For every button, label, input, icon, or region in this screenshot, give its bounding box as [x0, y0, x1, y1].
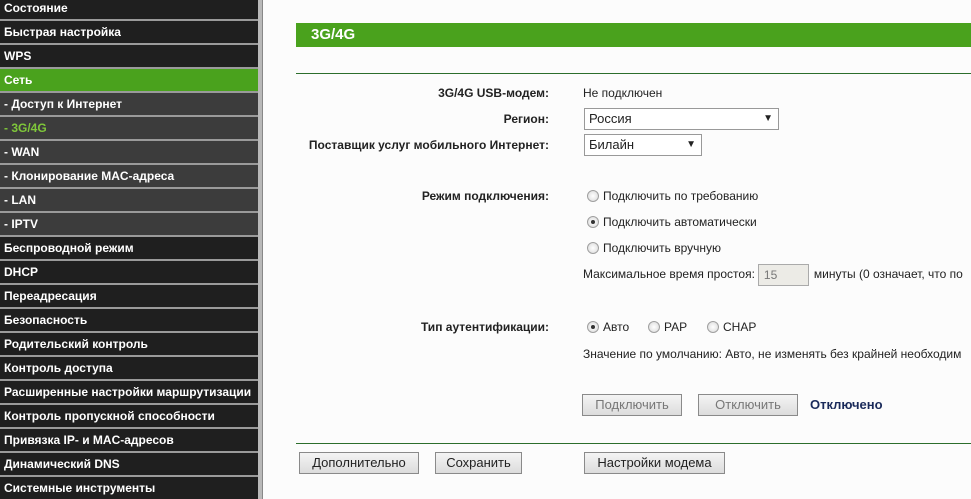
divider	[296, 73, 971, 74]
disconnect-button[interactable]: Отключить	[698, 394, 798, 416]
mode-auto[interactable]: Подключить автоматически	[587, 215, 757, 229]
sidebar-item-network[interactable]: Сеть	[0, 69, 258, 91]
sidebar-item-security[interactable]: Безопасность	[0, 309, 258, 331]
modem-status: Не подключен	[583, 86, 663, 100]
connect-button[interactable]: Подключить	[582, 394, 682, 416]
divider	[296, 443, 971, 444]
radio-selected-icon[interactable]	[587, 321, 599, 333]
auth-chap-label: CHAP	[723, 320, 757, 334]
mode-on-demand-label: Подключить по требованию	[603, 189, 759, 203]
auth-note: Значение по умолчанию: Авто, не изменять…	[583, 347, 962, 361]
auth-pap[interactable]: PAP	[648, 320, 687, 334]
sidebar-item-system-tools[interactable]: Системные инструменты	[0, 477, 258, 499]
sidebar-item-wireless[interactable]: Беспроводной режим	[0, 237, 258, 259]
radio-icon[interactable]	[648, 321, 660, 333]
sidebar-item-parental-control[interactable]: Родительский контроль	[0, 333, 258, 355]
region-label: Регион:	[503, 112, 549, 126]
sidebar-item-bandwidth-control[interactable]: Контроль пропускной способности	[0, 405, 258, 427]
sidebar-item-internet-access[interactable]: - Доступ к Интернет	[0, 93, 258, 115]
auth-chap[interactable]: CHAP	[707, 320, 756, 334]
sidebar-item-status[interactable]: Состояние	[0, 0, 258, 19]
sidebar-item-wps[interactable]: WPS	[0, 45, 258, 67]
region-select[interactable]: Россия ▼	[584, 108, 779, 130]
mode-label: Режим подключения:	[421, 189, 549, 203]
auth-auto-label: Авто	[603, 320, 630, 334]
idle-time-input[interactable]: 15	[757, 264, 809, 286]
auth-label: Тип аутентификации:	[420, 320, 549, 334]
page-title: 3G/4G	[296, 23, 971, 47]
sidebar-item-dhcp[interactable]: DHCP	[0, 261, 258, 283]
sidebar-item-ip-mac-binding[interactable]: Привязка IP- и MAC-адресов	[0, 429, 258, 451]
sidebar-item-iptv[interactable]: - IPTV	[0, 213, 258, 235]
radio-icon[interactable]	[707, 321, 719, 333]
connection-status: Отключено	[810, 397, 883, 412]
idle-time-suffix: минуты (0 означает, что по	[813, 267, 963, 282]
auth-auto[interactable]: Авто	[587, 320, 629, 334]
idle-time-label: Максимальное время простоя:	[583, 267, 755, 282]
mode-manual-label: Подключить вручную	[603, 241, 721, 255]
sidebar-item-3g4g[interactable]: - 3G/4G	[0, 117, 258, 139]
sidebar-item-ddns[interactable]: Динамический DNS	[0, 453, 258, 475]
sidebar-scrollbar[interactable]	[258, 0, 263, 499]
mode-auto-label: Подключить автоматически	[603, 215, 757, 229]
mode-on-demand[interactable]: Подключить по требованию	[587, 189, 758, 203]
provider-value: Билайн	[589, 137, 635, 152]
sidebar-item-quick-setup[interactable]: Быстрая настройка	[0, 21, 258, 43]
modem-settings-button[interactable]: Настройки модема	[584, 452, 725, 474]
dropdown-arrow-icon: ▼	[763, 113, 773, 124]
mode-manual[interactable]: Подключить вручную	[587, 241, 721, 255]
idle-time-row: Максимальное время простоя: 15 минуты (0 о…	[583, 264, 963, 286]
sidebar-item-advanced-routing[interactable]: Расширенные настройки маршрутизации	[0, 381, 258, 403]
sidebar-item-mac-clone[interactable]: - Клонирование MAC-адреса	[0, 165, 258, 187]
sidebar-menu: Состояние Быстрая настройка WPS Сеть - Д…	[0, 0, 258, 499]
radio-icon[interactable]	[587, 242, 599, 254]
dropdown-arrow-icon: ▼	[686, 139, 696, 150]
sidebar-item-wan[interactable]: - WAN	[0, 141, 258, 163]
modem-label: 3G/4G USB-модем:	[438, 86, 549, 100]
provider-select[interactable]: Билайн ▼	[584, 134, 702, 156]
advanced-button[interactable]: Дополнительно	[299, 452, 419, 474]
radio-selected-icon[interactable]	[587, 216, 599, 228]
radio-icon[interactable]	[587, 190, 599, 202]
sidebar-item-forwarding[interactable]: Переадресация	[0, 285, 258, 307]
auth-pap-label: PAP	[664, 320, 688, 334]
save-button[interactable]: Сохранить	[435, 452, 522, 474]
sidebar-item-access-control[interactable]: Контроль доступа	[0, 357, 258, 379]
region-value: Россия	[589, 111, 632, 126]
provider-label: Поставщик услуг мобильного Интернет:	[308, 138, 549, 152]
sidebar-item-lan[interactable]: - LAN	[0, 189, 258, 211]
